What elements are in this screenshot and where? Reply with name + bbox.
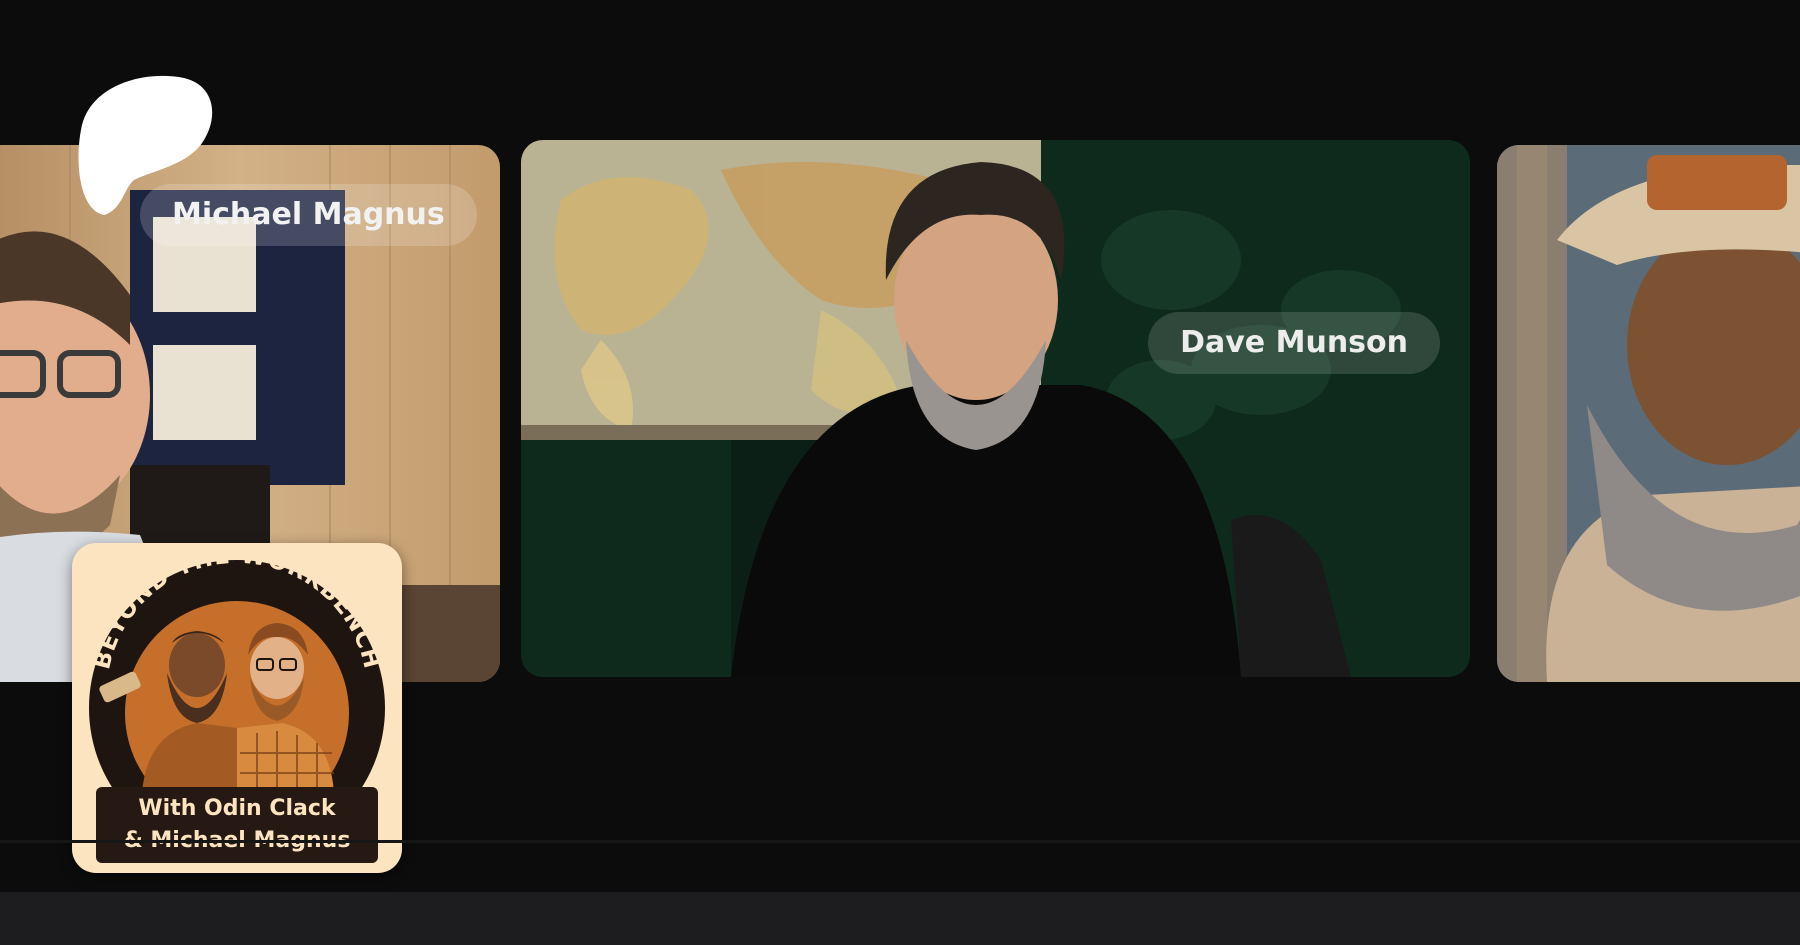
podcast-subtitle-line1: With Odin Clack <box>138 796 336 821</box>
participant-name-label: Dave Munson <box>1148 312 1440 374</box>
podcast-badge: BEYOND THE WORKBENCH With Odin Clack & M… <box>72 543 402 873</box>
video-stage: Michael Magnus Dave Munson BEYOND THE WO… <box>0 0 1800 873</box>
participant-tile-guest[interactable] <box>1497 145 1800 682</box>
patreon-logo-icon <box>78 75 213 215</box>
bottom-bar <box>0 892 1800 945</box>
participant-video-dave-munson <box>521 140 1470 677</box>
participant-tile-dave-munson[interactable]: Dave Munson <box>521 140 1470 677</box>
participant-video-guest <box>1497 145 1800 682</box>
stage-divider <box>0 840 1800 843</box>
podcast-caption: With Odin Clack & Michael Magnus <box>96 787 378 863</box>
